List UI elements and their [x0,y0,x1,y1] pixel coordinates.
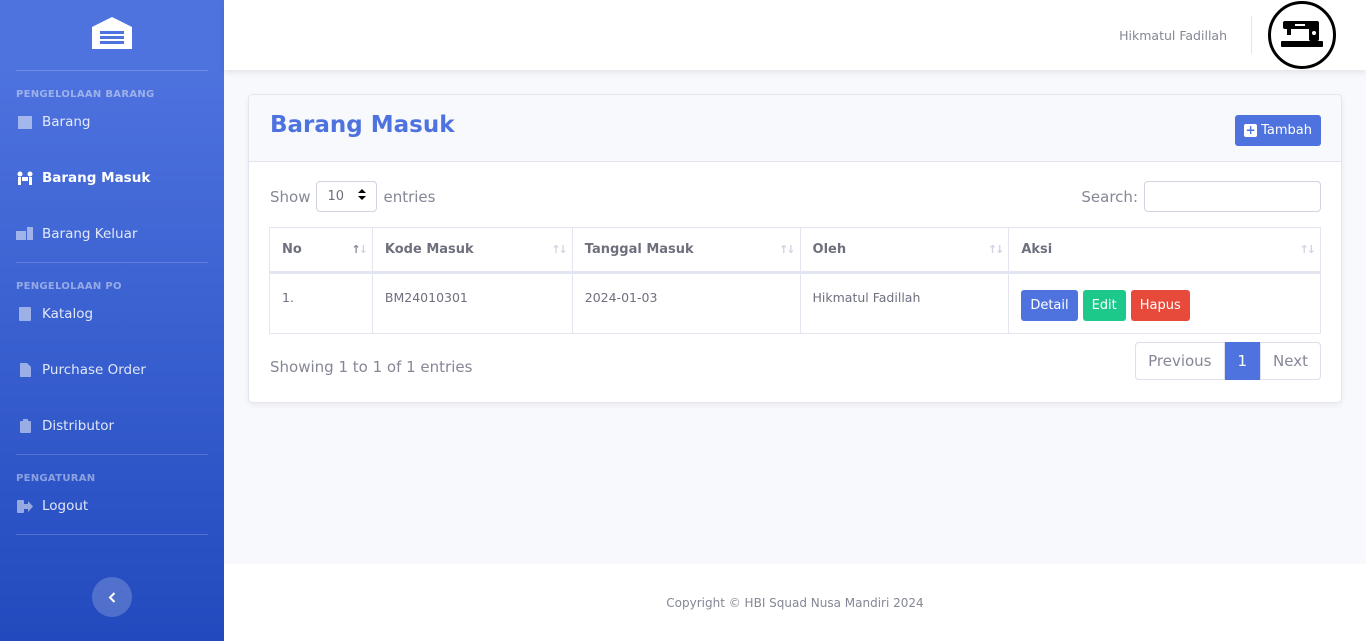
sidebar-item-barang-masuk[interactable]: Barang Masuk [0,150,224,206]
column-label: Oleh [812,242,847,257]
box-icon [16,115,34,129]
show-label: Show [270,187,311,206]
cell-tanggal: 2024-01-03 [571,272,801,334]
table-search: Search: [1081,181,1321,212]
sidebar: PENGELOLAAN BARANG Barang Barang Masuk B… [0,0,224,641]
sort-icon: ↑↓ [551,243,568,256]
cell-no: 1. [269,272,373,334]
sidebar-item-purchase-order[interactable]: Purchase Order [0,342,224,398]
copyright-text: Copyright © HBI Squad Nusa Mandiri 2024 [666,595,924,610]
sign-out-icon [16,499,34,513]
sort-asc-icon: ↑↓ [351,243,368,256]
column-header-oleh[interactable]: Oleh ↑↓ [799,227,1010,274]
column-header-no[interactable]: No ↑↓ [269,227,373,274]
sort-icon: ↑↓ [987,243,1005,256]
entries-select-value: 10 [327,189,345,204]
detail-button[interactable]: Detail [1021,290,1078,321]
column-label: Kode Masuk [384,242,474,257]
barang-masuk-table: No ↑↓ Kode Masuk ↑↓ Tanggal Masuk ↑↓ Oleh ↑↓… [269,227,1321,334]
cell-kode: BM24010301 [371,272,573,334]
next-page-button[interactable]: Next [1260,342,1321,380]
sidebar-item-logout[interactable]: Logout [0,478,224,534]
sidebar-item-label: Purchase Order [42,362,146,378]
footer: Copyright © HBI Squad Nusa Mandiri 2024 [224,564,1366,641]
sort-icon: ↑↓ [1299,243,1317,256]
sidebar-item-barang-keluar[interactable]: Barang Keluar [0,206,224,262]
entries-select[interactable]: 10 [316,181,378,212]
topbar-divider [1251,16,1252,54]
entries-length-control: Show 10 entries [270,181,435,212]
book-icon [16,307,34,321]
page-1-button[interactable]: 1 [1224,342,1261,380]
sort-caret-icon [358,189,367,204]
sidebar-toggle-button[interactable] [92,577,132,617]
sidebar-item-label: Katalog [42,306,94,322]
add-button[interactable]: + Tambah [1235,115,1321,146]
add-button-label: Tambah [1261,123,1312,138]
people-carry-icon [16,171,34,185]
sidebar-item-label: Logout [42,498,89,514]
barang-masuk-card: Barang Masuk + Tambah Show 10 entries Se… [248,94,1342,403]
previous-page-button[interactable]: Previous [1135,342,1225,380]
search-label: Search: [1081,187,1138,206]
page-title: Barang Masuk [270,112,455,138]
sidebar-item-barang[interactable]: Barang [0,94,224,150]
sidebar-item-label: Distributor [42,418,115,434]
column-header-kode[interactable]: Kode Masuk ↑↓ [371,227,573,274]
delete-button[interactable]: Hapus [1130,290,1190,321]
search-input[interactable] [1144,181,1321,212]
dolly-icon [16,227,34,241]
sidebar-item-distributor[interactable]: Distributor [0,398,224,454]
sidebar-item-label: Barang Masuk [42,170,151,186]
sidebar-item-katalog[interactable]: Katalog [0,286,224,342]
edit-button[interactable]: Edit [1082,290,1126,321]
plus-square-icon: + [1244,123,1258,137]
sidebar-item-label: Barang [42,114,91,130]
avatar[interactable] [1268,1,1336,69]
column-label: No [282,242,302,257]
column-label: Aksi [1021,242,1053,257]
warehouse-icon [91,16,133,54]
user-name[interactable]: Hikmatul Fadillah [1119,28,1227,43]
sidebar-item-label: Barang Keluar [42,226,138,242]
table-header-row: No ↑↓ Kode Masuk ↑↓ Tanggal Masuk ↑↓ Oleh ↑↓… [269,227,1321,274]
column-header-aksi[interactable]: Aksi ↑↓ [1008,227,1321,274]
sewing-machine-icon [1281,17,1323,53]
cell-aksi: Detail Edit Hapus [1008,272,1321,334]
file-invoice-icon [16,363,34,377]
topbar: Hikmatul Fadillah [224,0,1366,70]
pagination: Previous 1 Next [1135,342,1321,380]
sort-icon: ↑↓ [779,243,796,256]
entries-label: entries [383,187,436,206]
table-row: 1. BM24010301 2024-01-03 Hikmatul Fadill… [269,272,1321,334]
column-label: Tanggal Masuk [584,242,694,257]
table-info: Showing 1 to 1 of 1 entries [270,358,473,376]
cell-oleh: Hikmatul Fadillah [799,272,1010,334]
card-header: Barang Masuk + Tambah [249,95,1341,162]
column-header-tanggal[interactable]: Tanggal Masuk ↑↓ [571,227,801,274]
brand-logo[interactable] [0,0,224,70]
chevron-left-icon [108,588,116,607]
clipboard-icon [16,419,34,433]
